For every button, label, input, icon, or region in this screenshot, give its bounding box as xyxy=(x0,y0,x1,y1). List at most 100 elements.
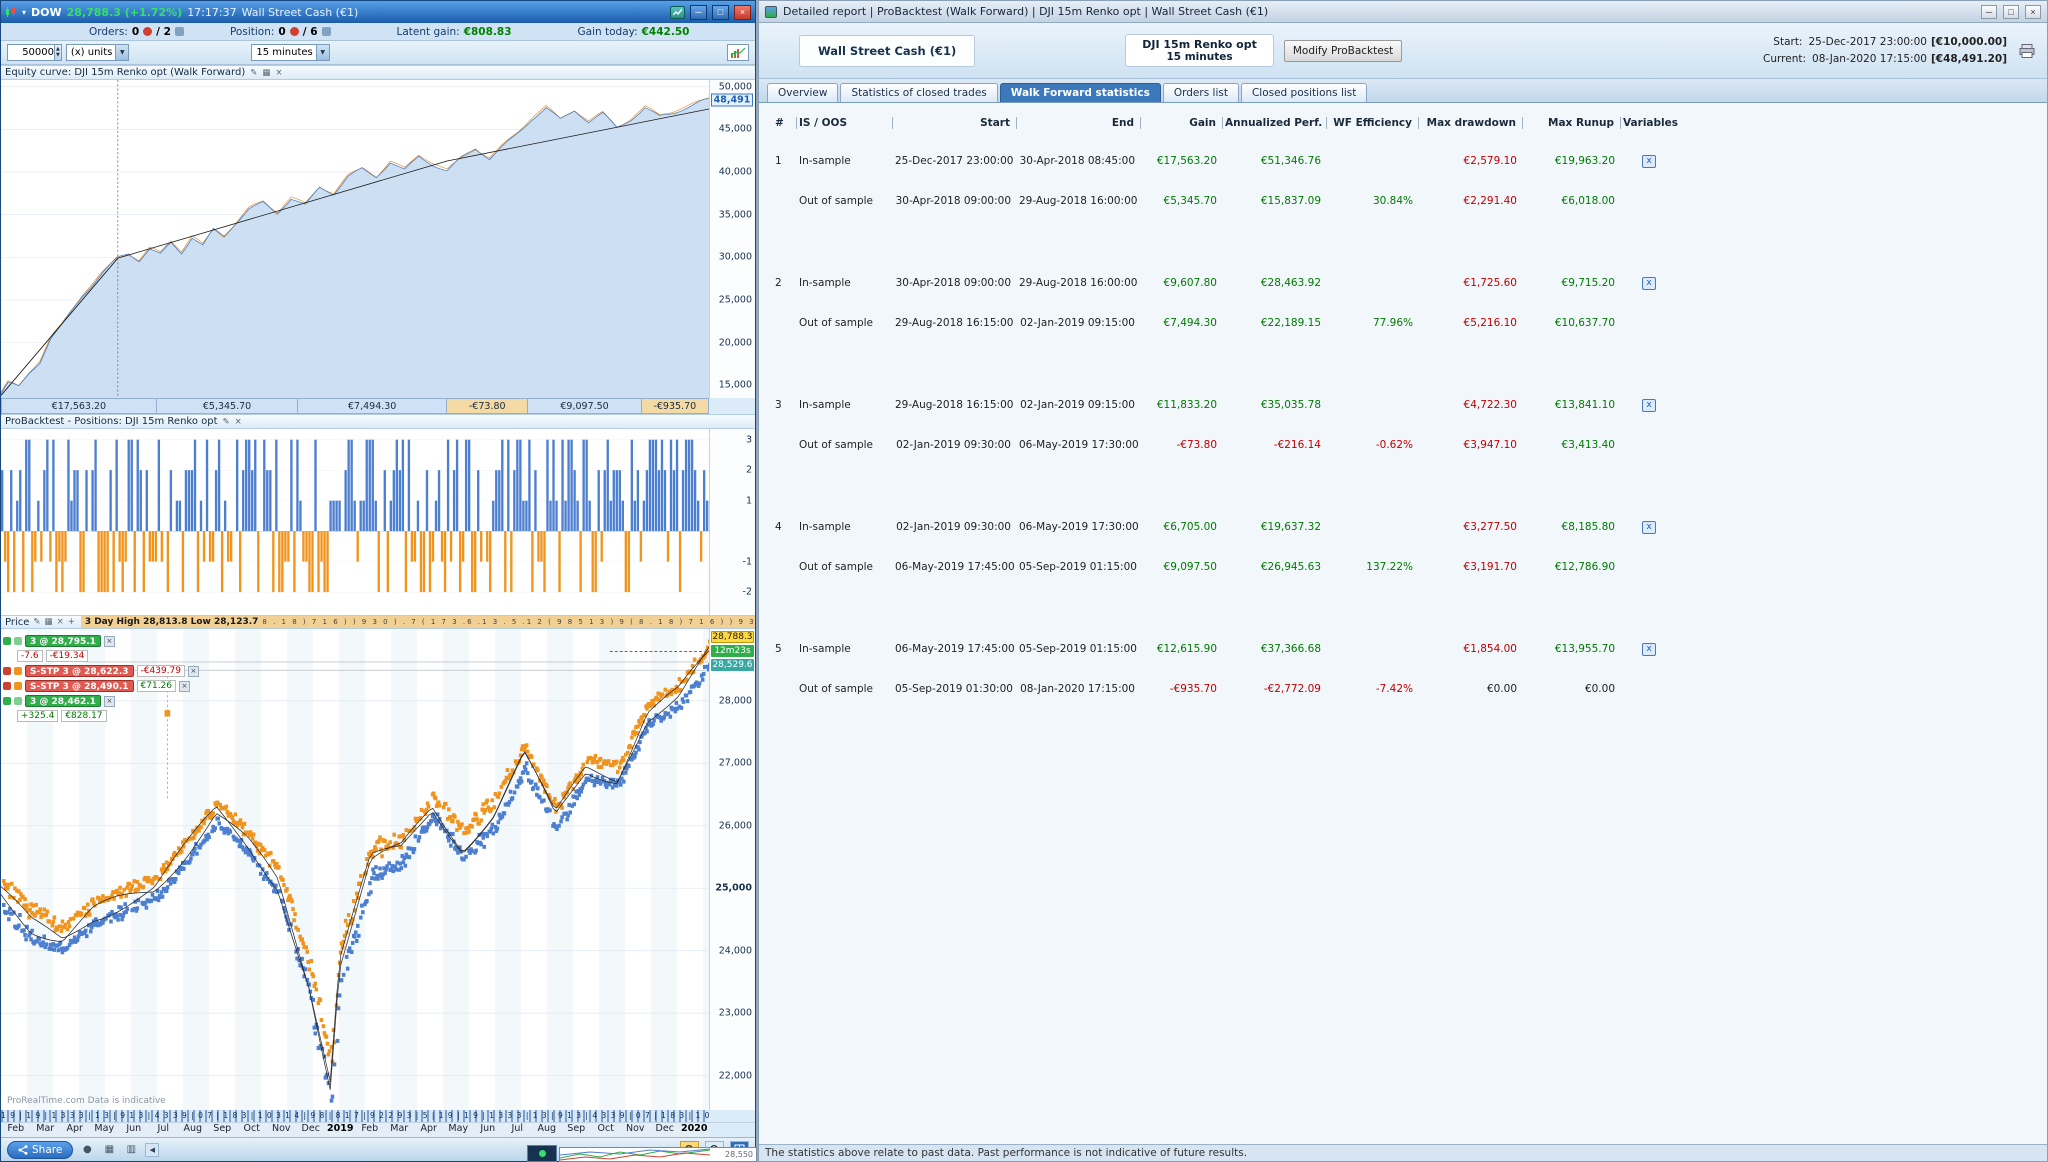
column-header-variables[interactable]: Variables xyxy=(1621,117,1681,129)
position-badge[interactable]: 3 @ 28,795.1 xyxy=(25,635,101,647)
wf-row-out-of-sample[interactable]: Out of sample06-May-2019 17:45:0005-Sep-… xyxy=(773,547,2047,587)
quantity-spinner-icon[interactable]: ▲▼ xyxy=(55,44,62,61)
timeframe-select-value: 15 minutes xyxy=(256,47,312,58)
chart-style-icon[interactable] xyxy=(727,44,749,61)
column-header-max-drawdown[interactable]: Max drawdown xyxy=(1419,117,1523,129)
grid-icon[interactable]: ▥ xyxy=(123,1142,139,1158)
quantity-input[interactable] xyxy=(7,44,55,61)
order-tool-icon[interactable] xyxy=(14,697,22,705)
close-position-button[interactable]: × xyxy=(104,696,115,707)
gain-today-value: €442.50 xyxy=(642,26,690,38)
annualized-perf-value: €35,035.78 xyxy=(1223,399,1327,411)
chart-window-titlebar[interactable]: ▾ DOW 28,788.3 (+1.72%) 17:17:37 Wall St… xyxy=(1,1,755,23)
wf-row-out-of-sample[interactable]: Out of sample29-Aug-2018 16:15:0002-Jan-… xyxy=(773,303,2047,343)
column-header--[interactable]: # xyxy=(773,117,797,129)
close-icon[interactable]: × xyxy=(57,617,64,627)
y-axis-label: 26,000 xyxy=(719,820,752,831)
minimize-button[interactable]: ─ xyxy=(1981,5,1997,19)
position-settings-icon[interactable] xyxy=(322,27,331,36)
maximize-button[interactable]: □ xyxy=(712,5,729,20)
close-button[interactable]: × xyxy=(734,5,751,20)
orders-settings-icon[interactable] xyxy=(175,27,184,36)
position-badge[interactable]: S-STP 3 @ 28,490.1 xyxy=(25,680,134,692)
order-tool-icon[interactable] xyxy=(14,637,22,645)
wf-row-out-of-sample[interactable]: Out of sample05-Sep-2019 01:30:0008-Jan-… xyxy=(773,669,2047,709)
month-label: Jul xyxy=(503,1123,533,1137)
tab-statistics-of-closed-trades[interactable]: Statistics of closed trades xyxy=(840,83,997,102)
instrument-symbol[interactable]: DOW xyxy=(31,6,62,19)
close-position-button[interactable]: × xyxy=(104,636,115,647)
chevron-down-icon[interactable]: ▼ xyxy=(115,45,128,60)
tab-closed-positions-list[interactable]: Closed positions list xyxy=(1241,83,1367,102)
price-chart[interactable]: 3 @ 28,795.1×-7.6-€19.34S-STP 3 @ 28,622… xyxy=(1,629,709,1110)
symbol-dropdown-icon[interactable]: ▾ xyxy=(22,8,26,17)
maximize-button[interactable]: □ xyxy=(2003,5,2019,19)
modify-probacktest-button[interactable]: Modify ProBacktest xyxy=(1284,40,1402,62)
column-header-annualized-perf-[interactable]: Annualized Perf. xyxy=(1223,117,1327,129)
wf-row-in-sample[interactable]: 5In-sample06-May-2019 17:45:0005-Sep-201… xyxy=(773,629,2047,669)
column-header-start[interactable]: Start xyxy=(893,117,1017,129)
window-icon[interactable]: ▦ xyxy=(45,617,53,627)
alerts-icon[interactable]: ● xyxy=(79,1142,95,1158)
chevron-down-icon[interactable]: ▼ xyxy=(316,45,329,60)
window-icon[interactable]: ▦ xyxy=(262,68,270,78)
close-button[interactable]: × xyxy=(2025,5,2041,19)
cancel-order-button[interactable]: × xyxy=(179,681,190,692)
wf-row-in-sample[interactable]: 1In-sample25-Dec-2017 23:00:0030-Apr-201… xyxy=(773,141,2047,181)
tab-overview[interactable]: Overview xyxy=(767,83,838,102)
wf-row-out-of-sample[interactable]: Out of sample02-Jan-2019 09:30:0006-May-… xyxy=(773,425,2047,465)
max-drawdown-value: €1,854.00 xyxy=(1419,643,1523,655)
variables-icon[interactable]: x xyxy=(1642,155,1656,168)
print-icon[interactable] xyxy=(2017,41,2037,61)
order-tool-icon[interactable] xyxy=(14,667,22,675)
column-header-gain[interactable]: Gain xyxy=(1141,117,1223,129)
column-header-wf-efficiency[interactable]: WF Efficiency xyxy=(1327,117,1419,129)
add-indicator-icon[interactable]: + xyxy=(68,617,75,627)
positions-bar-chart[interactable] xyxy=(1,429,709,615)
row-number: 1 xyxy=(773,155,797,167)
edit-icon[interactable]: ✎ xyxy=(250,68,257,78)
equity-curve-chart[interactable] xyxy=(1,80,709,398)
report-window-titlebar[interactable]: Detailed report | ProBacktest (Walk Forw… xyxy=(759,1,2047,23)
order-pnl-value: €71.26 xyxy=(137,680,177,692)
wf-row-in-sample[interactable]: 3In-sample29-Aug-2018 16:15:0002-Jan-201… xyxy=(773,385,2047,425)
wf-row-in-sample[interactable]: 4In-sample02-Jan-2019 09:30:0006-May-201… xyxy=(773,507,2047,547)
annualized-perf-value: €37,366.68 xyxy=(1223,643,1327,655)
column-header-max-runup[interactable]: Max Runup xyxy=(1523,117,1621,129)
quantity-stepper[interactable]: ▲▼ xyxy=(7,44,62,61)
variables-icon[interactable]: x xyxy=(1642,643,1656,656)
wf-row-out-of-sample[interactable]: Out of sample30-Apr-2018 09:00:0029-Aug-… xyxy=(773,181,2047,221)
wf-row-in-sample[interactable]: 2In-sample30-Apr-2018 09:00:0029-Aug-201… xyxy=(773,263,2047,303)
calendar-icon[interactable]: ▦ xyxy=(101,1142,117,1158)
max-runup-value: €19,963.20 xyxy=(1523,155,1621,167)
tab-orders-list[interactable]: Orders list xyxy=(1163,83,1239,102)
order-tool-icon[interactable] xyxy=(14,682,22,690)
close-icon[interactable]: × xyxy=(275,68,282,78)
minimize-button[interactable]: ─ xyxy=(690,5,707,20)
position-pnl-value: -€19.34 xyxy=(46,650,89,662)
month-label: Dec xyxy=(296,1123,326,1137)
tab-walk-forward-statistics[interactable]: Walk Forward statistics xyxy=(1000,83,1161,102)
position-pnl-row: -7.6-€19.34 xyxy=(17,650,199,662)
edit-icon[interactable]: ✎ xyxy=(223,417,230,427)
column-header-is-oos[interactable]: IS / OOS xyxy=(797,117,893,129)
column-header-end[interactable]: End xyxy=(1017,117,1141,129)
position-badge[interactable]: 3 @ 28,462.1 xyxy=(25,695,101,707)
cancel-order-button[interactable]: × xyxy=(188,666,199,677)
report-status-bar: The statistics above relate to past data… xyxy=(759,1144,2047,1161)
share-button[interactable]: Share xyxy=(7,1141,73,1159)
units-select[interactable]: (x) units ▼ xyxy=(66,44,129,61)
variables-icon[interactable]: x xyxy=(1642,277,1656,290)
cancel-orders-icon[interactable] xyxy=(143,27,152,36)
start-datetime: 29-Aug-2018 16:15:00 xyxy=(893,399,1017,411)
close-icon[interactable]: × xyxy=(235,417,242,427)
variables-icon[interactable]: x xyxy=(1642,399,1656,412)
order-ticket-icon[interactable] xyxy=(670,6,685,19)
variables-icon[interactable]: x xyxy=(1642,521,1656,534)
position-badge[interactable]: S-STP 3 @ 28,622.3 xyxy=(25,665,134,677)
timeframe-select[interactable]: 15 minutes ▼ xyxy=(251,44,329,61)
close-position-icon[interactable] xyxy=(290,27,299,36)
scroll-left-button[interactable]: ◀ xyxy=(145,1143,159,1157)
month-label: Feb xyxy=(355,1123,385,1137)
edit-icon[interactable]: ✎ xyxy=(33,617,40,627)
